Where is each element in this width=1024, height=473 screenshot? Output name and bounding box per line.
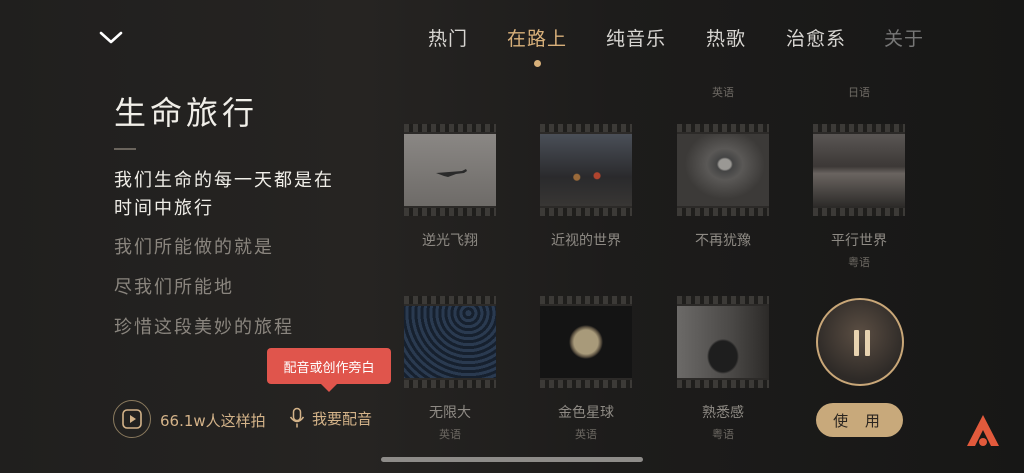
music-card[interactable]: 不再犹豫 xyxy=(677,124,769,250)
cover-thumbnail xyxy=(404,124,496,216)
tab-hit-songs[interactable]: 热歌 xyxy=(706,24,746,51)
use-button[interactable]: 使 用 xyxy=(816,403,903,437)
pause-icon[interactable] xyxy=(853,330,871,356)
track-language: 英语 xyxy=(575,428,597,441)
cover-thumbnail xyxy=(540,296,632,388)
music-card[interactable]: 无限大 英语 xyxy=(404,296,496,442)
track-name: 金色星球 xyxy=(558,405,614,421)
app-logo-icon xyxy=(967,415,999,446)
cover-thumbnail xyxy=(677,296,769,388)
music-row-top: 英语 日语 xyxy=(400,62,910,100)
dub-tooltip: 配音或创作旁白 xyxy=(267,348,391,392)
chevron-down-icon[interactable] xyxy=(96,22,126,52)
lyric-line: 我们生命的每一天都是在 xyxy=(114,170,334,191)
track-language: 英语 xyxy=(439,428,461,441)
track-language: 粤语 xyxy=(848,256,870,269)
lyric-line: 尽我们所能地 xyxy=(114,277,234,298)
dub-button[interactable]: 我要配音 xyxy=(288,407,372,429)
track-language: 日语 xyxy=(848,86,870,99)
dub-label: 我要配音 xyxy=(312,409,373,428)
microphone-icon xyxy=(289,407,305,428)
lyric-line: 我们所能做的就是 xyxy=(114,237,274,258)
music-card[interactable]: 平行世界 粤语 xyxy=(813,124,905,270)
music-card[interactable]: 金色星球 英语 xyxy=(540,296,632,442)
cover-thumbnail xyxy=(404,296,496,388)
track-name: 不再犹豫 xyxy=(695,233,751,249)
title-divider xyxy=(114,148,136,150)
lyric-line: 珍惜这段美妙的旅程 xyxy=(114,317,294,338)
track-language: 英语 xyxy=(712,86,734,99)
home-indicator[interactable] xyxy=(381,457,643,462)
cover-thumbnail xyxy=(813,124,905,216)
track-name: 近视的世界 xyxy=(551,233,621,249)
category-tabs: 热门 在路上 纯音乐 热歌 治愈系 关于 xyxy=(420,24,1024,64)
track-name: 熟悉感 xyxy=(702,405,744,421)
tab-pure-music[interactable]: 纯音乐 xyxy=(606,24,666,51)
track-name: 平行世界 xyxy=(831,233,887,249)
music-card[interactable]: 熟悉感 粤语 xyxy=(677,296,769,442)
now-playing-disc[interactable] xyxy=(816,298,904,386)
cover-thumbnail xyxy=(540,124,632,216)
lyric-line: 时间中旅行 xyxy=(114,198,214,219)
tab-about[interactable]: 关于 xyxy=(884,24,924,51)
preview-play-button[interactable] xyxy=(113,400,151,438)
track-name: 逆光飞翔 xyxy=(422,233,478,249)
airplane-icon xyxy=(436,169,467,177)
cover-thumbnail xyxy=(677,124,769,216)
tab-healing[interactable]: 治愈系 xyxy=(786,24,846,51)
music-card[interactable]: 近视的世界 xyxy=(540,124,632,250)
track-name: 无限大 xyxy=(429,405,471,421)
tab-hot[interactable]: 热门 xyxy=(428,24,468,51)
music-card[interactable]: 逆光飞翔 xyxy=(404,124,496,250)
play-icon xyxy=(122,409,142,429)
usage-count: 66.1w人这样拍 xyxy=(160,412,266,430)
template-title: 生命旅行 xyxy=(114,94,259,132)
tab-on-the-road[interactable]: 在路上 xyxy=(507,24,567,51)
track-language: 粤语 xyxy=(712,428,734,441)
